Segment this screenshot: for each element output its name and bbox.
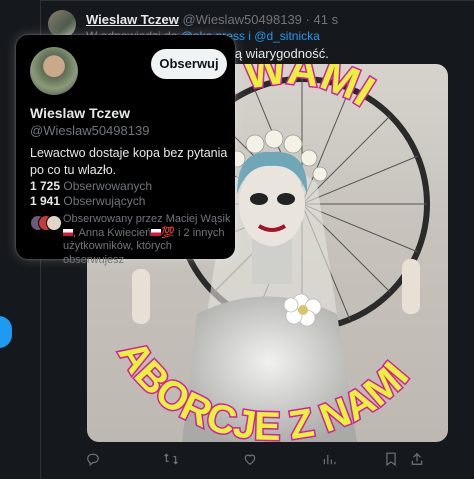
tweet-author-avatar[interactable]	[48, 10, 76, 38]
views-button[interactable]	[322, 452, 336, 469]
followers-stat[interactable]: 1 941 Obserwujących	[30, 194, 145, 208]
following-stat[interactable]: 1 725 Obserwowanych	[30, 179, 152, 193]
heart-icon	[244, 454, 256, 465]
bookmark-button[interactable]	[385, 452, 397, 469]
tweet-author-name[interactable]: Wieslaw Tczew	[86, 12, 179, 27]
share-button[interactable]	[410, 452, 424, 469]
like-button[interactable]	[243, 452, 257, 469]
retweet-button[interactable]	[163, 452, 179, 469]
profile-bio: Lewactwo dostaje kopa bez pytania po co …	[30, 146, 228, 177]
feed-divider	[40, 0, 474, 1]
followers-count: 1 941	[30, 194, 61, 208]
bookmark-icon	[386, 452, 396, 466]
profile-hover-card: Obserwuj Wieslaw Tczew @Wieslaw50498139 …	[16, 35, 235, 266]
follow-button[interactable]: Obserwuj	[151, 49, 227, 79]
followed-by-mid: , Anna Kwiecień	[73, 226, 152, 239]
poland-flag-icon	[63, 229, 73, 237]
reply-icon	[87, 453, 99, 467]
following-count: 1 725	[30, 179, 61, 193]
reply-button[interactable]	[86, 452, 100, 469]
tweet-timestamp[interactable]: 41 s	[314, 12, 339, 27]
retweet-icon	[164, 453, 178, 465]
following-label: Obserwowanych	[63, 179, 153, 193]
compose-post-button[interactable]	[0, 316, 12, 348]
followed-by-prefix: Obserwowany przez Maciej Wąsik	[63, 213, 231, 225]
avatar	[46, 215, 62, 231]
tweet-text: ją wiarygodność.	[232, 46, 329, 61]
profile-avatar[interactable]	[30, 47, 78, 95]
hundred-emoji-icon: 💯	[161, 226, 175, 239]
profile-name[interactable]: Wieslaw Tczew	[30, 105, 130, 121]
tweet-header: Wieslaw Tczew @Wieslaw50498139 · 41 s	[86, 12, 338, 27]
separator-dot: ·	[305, 12, 310, 27]
followed-by-text[interactable]: Obserwowany przez Maciej Wąsik , Anna Kw…	[63, 213, 231, 267]
profile-handle[interactable]: @Wieslaw50498139	[30, 123, 149, 138]
share-icon	[411, 452, 423, 465]
tweet-author-handle[interactable]: @Wieslaw50498139	[182, 12, 301, 27]
poland-flag-icon	[151, 229, 162, 237]
followers-label: Obserwujących	[63, 194, 146, 208]
views-icon	[323, 454, 336, 465]
